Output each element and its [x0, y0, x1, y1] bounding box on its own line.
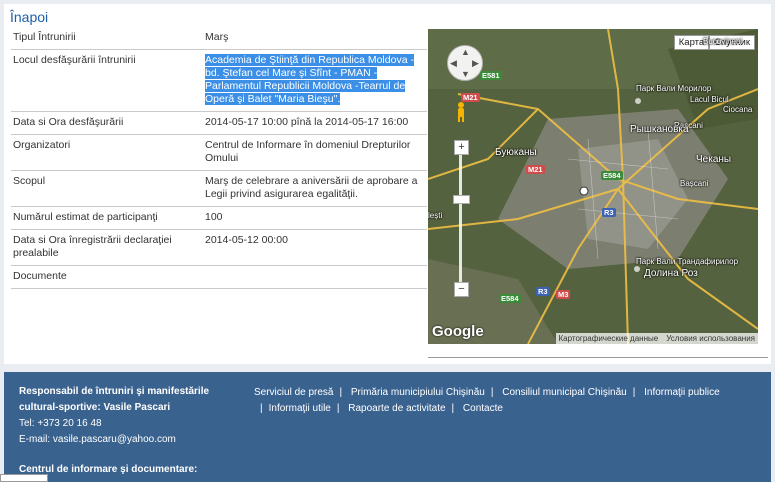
- table-row: Scopul Marş de celebrare a aniversării de…: [11, 170, 427, 207]
- divider: [428, 357, 768, 358]
- phone: Tel: +373 20 16 48: [19, 418, 102, 429]
- row-label: Data si Ora desfăşurării: [11, 111, 203, 135]
- table-row: Organizatori Centrul de Informare în dome…: [11, 134, 427, 171]
- back-link[interactable]: Înapoi: [10, 9, 48, 25]
- content-panel: Înapoi Tipul Întrunirii Marş Locul desfăşu…: [4, 4, 771, 364]
- footer-link-public-info[interactable]: Informaţii publice: [644, 387, 720, 398]
- road-shield: E584: [601, 171, 623, 180]
- row-value: 100: [203, 206, 427, 230]
- road-shield: R3: [602, 208, 616, 217]
- row-label: Numărul estimat de participanţi: [11, 206, 203, 230]
- map-label: Рышкановка: [630, 124, 689, 135]
- table-row: Data si Ora desfăşurării 2014-05-17 10:00…: [11, 111, 427, 135]
- row-value: 2014-05-12 00:00: [203, 229, 427, 266]
- google-logo: Google: [432, 323, 484, 340]
- map-view[interactable]: Карта Спутник ▲ ▼ ◀ ▶ + − Парк Вали Мори…: [428, 29, 758, 344]
- email[interactable]: E-mail: vasile.pascaru@yahoo.com: [19, 432, 209, 448]
- map-label: Lacul Bicul: [690, 95, 729, 104]
- table-row: Documente: [11, 265, 427, 289]
- footer-link-press[interactable]: Serviciul de presă: [254, 387, 333, 398]
- map-label: Буюканы: [495, 147, 537, 158]
- responsible-title: Responsabil de întruniri şi manifestăril…: [19, 386, 210, 397]
- map-label: Долина Роз: [644, 268, 698, 279]
- map-label: Чеканы: [696, 154, 732, 165]
- footer-link-contacts[interactable]: Contacte: [463, 403, 503, 414]
- responsible-name: cultural-sportive: Vasile Pascari: [19, 402, 171, 413]
- map-label: Ciocana: [723, 105, 753, 114]
- row-label: Tipul Întrunirii: [11, 27, 203, 50]
- row-value: Marş: [203, 27, 427, 50]
- assembly-details-table: Tipul Întrunirii Marş Locul desfăşurării î…: [11, 27, 427, 289]
- pan-right-icon[interactable]: ▶: [472, 58, 479, 69]
- zoom-slider-track[interactable]: [459, 143, 462, 283]
- footer-contacts: Responsabil de întruniri şi manifestăril…: [19, 384, 209, 448]
- street-view-pegman-icon[interactable]: [455, 101, 467, 123]
- road-shield: M3: [556, 290, 571, 299]
- terms-of-use-link[interactable]: Условия использования: [666, 334, 755, 343]
- road-shield: M21: [526, 165, 545, 174]
- footer: Responsabil de întruniri şi manifestăril…: [4, 372, 771, 482]
- map-data-link[interactable]: Картографические данные: [559, 334, 659, 343]
- zoom-out-button[interactable]: −: [454, 282, 469, 297]
- zoom-slider-handle[interactable]: [453, 195, 470, 204]
- satellite-imagery: [428, 29, 758, 344]
- map-label: Bașcani: [680, 179, 709, 188]
- selected-text: Academia de Ştiinţă din Republica Moldov…: [205, 54, 414, 105]
- footer-link-city-hall[interactable]: Primăria municipiului Chişinău: [351, 387, 485, 398]
- row-value: [203, 265, 427, 289]
- row-value: Centrul de Informare în domeniul Dreptur…: [203, 134, 427, 171]
- map-attribution: Картографические данные Условия использо…: [555, 333, 758, 344]
- road-shield: E584: [499, 294, 521, 303]
- map-label: Парк Вали Трандафирилор: [636, 257, 739, 266]
- table-row: Tipul Întrunirii Marş: [11, 27, 427, 50]
- footer-link-reports[interactable]: Rapoarte de activitate: [348, 403, 445, 414]
- footer-link-useful-info[interactable]: Informaţii utile: [269, 403, 331, 414]
- footer-links: Serviciul de presă | Primăria municipiulu…: [254, 387, 720, 414]
- tab-stub: [0, 474, 48, 482]
- map-label: Парк Вали Морилор: [636, 84, 712, 93]
- pan-down-icon[interactable]: ▼: [461, 69, 470, 79]
- pan-control[interactable]: ▲ ▼ ◀ ▶: [447, 45, 483, 81]
- row-label: Scopul: [11, 170, 203, 207]
- road-shield: E581: [480, 71, 502, 80]
- table-row: Data si Ora înregistrării declaraţiei pr…: [11, 229, 427, 266]
- map-label: lești: [428, 211, 443, 220]
- table-row: Numărul estimat de participanţi 100: [11, 206, 427, 230]
- zoom-in-button[interactable]: +: [454, 140, 469, 155]
- map-label: Bucovineni: [703, 37, 743, 46]
- road-shield: M21: [461, 93, 480, 102]
- road-shield: R3: [536, 287, 550, 296]
- pan-left-icon[interactable]: ◀: [450, 58, 457, 69]
- footer-link-city-council[interactable]: Consiliul municipal Chişinău: [502, 387, 627, 398]
- row-label: Data si Ora înregistrării declaraţiei pr…: [11, 229, 203, 266]
- row-label: Locul desfăşurării întrunirii: [11, 49, 203, 112]
- row-value: 2014-05-17 10:00 pînă la 2014-05-17 16:0…: [203, 111, 427, 135]
- table-row: Locul desfăşurării întrunirii Academia de…: [11, 49, 427, 112]
- row-value: Marş de celebrare a aniversării de aprob…: [203, 170, 427, 207]
- row-label: Organizatori: [11, 134, 203, 171]
- pan-up-icon[interactable]: ▲: [461, 47, 470, 57]
- row-value: Academia de Ştiinţă din Republica Moldov…: [203, 49, 427, 112]
- row-label: Documente: [11, 265, 203, 289]
